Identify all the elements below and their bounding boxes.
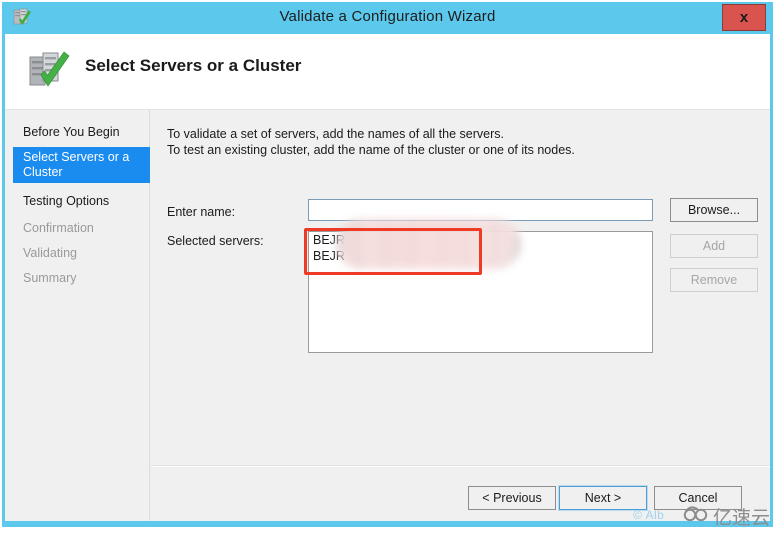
previous-button[interactable]: < Previous [468, 486, 556, 510]
selected-servers-label: Selected servers: [167, 234, 264, 248]
sidebar-item-summary[interactable]: Summary [13, 268, 150, 289]
sidebar-item-before-you-begin[interactable]: Before You Begin [13, 122, 150, 143]
window-title: Validate a Configuration Wizard [279, 8, 496, 25]
screenshot-root: Validate a Configuration Wizard x Select [0, 0, 779, 533]
watermark-brand: 亿速云 [683, 503, 770, 530]
watermark-brand-text: 亿速云 [713, 507, 771, 529]
footer-divider [151, 465, 770, 467]
next-button[interactable]: Next > [558, 485, 648, 511]
wizard-sidebar: Before You Begin Select Servers or a Clu… [5, 110, 150, 521]
instruction-text: To validate a set of servers, add the na… [167, 126, 575, 158]
list-item[interactable]: BEJR [309, 248, 652, 264]
title-bar: Validate a Configuration Wizard x [2, 2, 773, 34]
selected-servers-listbox[interactable]: BEJR BEJR [308, 231, 653, 353]
page-title: Select Servers or a Cluster [85, 56, 302, 75]
wizard-content: To validate a set of servers, add the na… [151, 110, 770, 521]
watermark-alb: © Alb [633, 508, 665, 522]
instruction-line-1: To validate a set of servers, add the na… [167, 127, 504, 141]
sidebar-item-select-servers-or-a-cluster[interactable]: Select Servers or a Cluster [13, 147, 150, 183]
cloud-logo-icon [683, 504, 709, 529]
wizard-window: Validate a Configuration Wizard x Select [2, 2, 773, 527]
sidebar-item-testing-options[interactable]: Testing Options [13, 191, 150, 212]
add-button: Add [670, 234, 758, 258]
wizard-body: Before You Begin Select Servers or a Clu… [5, 110, 770, 521]
server-cluster-check-icon [27, 48, 73, 94]
browse-button[interactable]: Browse... [670, 198, 758, 222]
enter-name-label: Enter name: [167, 205, 236, 219]
instruction-line-2: To test an existing cluster, add the nam… [167, 143, 575, 157]
close-button[interactable]: x [722, 4, 766, 31]
remove-button: Remove [670, 268, 758, 292]
wizard-header: Select Servers or a Cluster [5, 34, 770, 110]
sidebar-item-validating[interactable]: Validating [13, 243, 150, 264]
list-item[interactable]: BEJR [309, 232, 652, 248]
enter-name-input[interactable] [308, 199, 653, 221]
sidebar-item-confirmation[interactable]: Confirmation [13, 218, 150, 239]
